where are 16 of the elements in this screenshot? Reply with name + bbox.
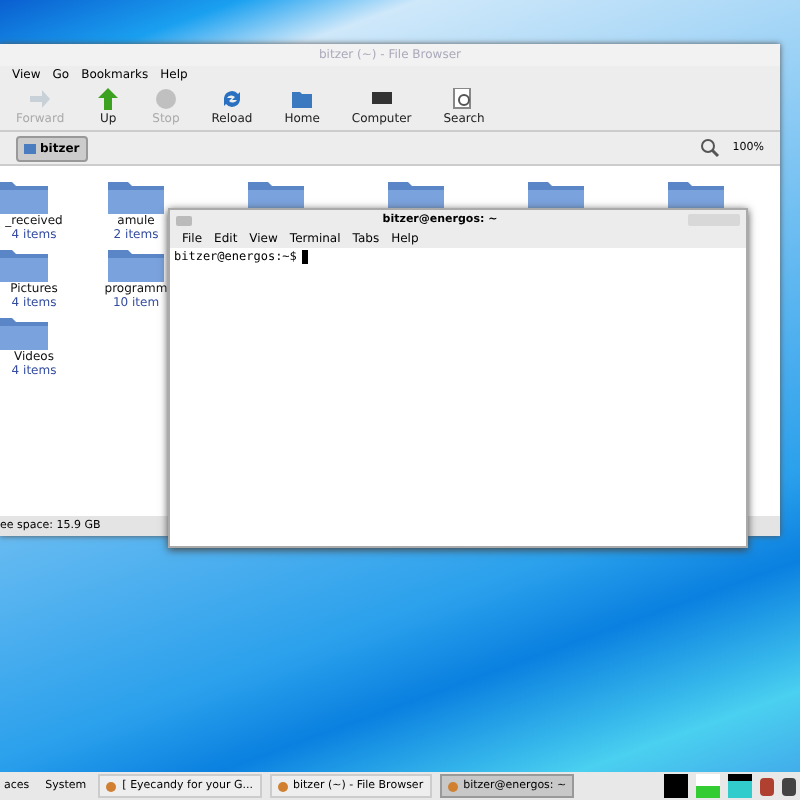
folder-icon[interactable] [108, 246, 164, 282]
home-folder-icon[interactable] [290, 88, 315, 110]
reload-icon[interactable] [219, 88, 244, 110]
computer-icon[interactable] [369, 88, 394, 110]
cpu-monitor [664, 774, 688, 798]
tray-icon[interactable] [760, 777, 774, 795]
folder-icon[interactable] [0, 178, 48, 214]
network-monitor [728, 774, 752, 798]
search-icon[interactable] [452, 88, 477, 110]
folder-icon[interactable] [108, 178, 164, 214]
up-arrow-icon[interactable] [96, 88, 121, 110]
text-cursor [302, 250, 309, 264]
zoom-icon[interactable] [700, 138, 721, 158]
folder-icon[interactable] [0, 314, 48, 350]
memory-monitor [696, 774, 720, 798]
folder-icon[interactable] [0, 246, 48, 282]
